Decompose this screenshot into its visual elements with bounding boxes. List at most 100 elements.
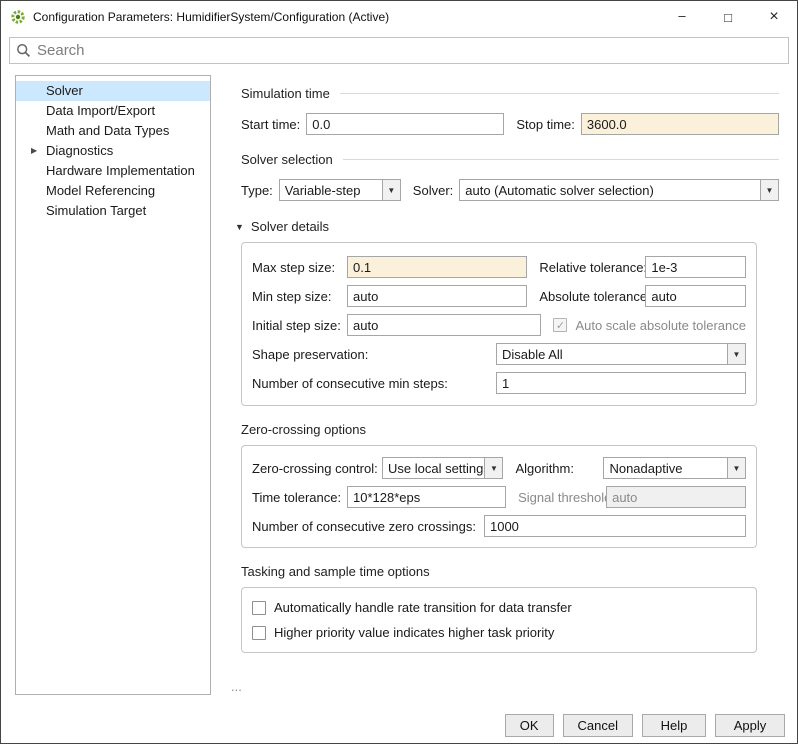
maximize-button[interactable]: □ [705, 1, 751, 33]
signal-threshold-field [606, 486, 746, 508]
zero-crossing-control-label: Zero-crossing control: [252, 461, 382, 476]
min-step-row: Min step size: Absolute tolerance: [252, 285, 746, 307]
shape-preservation-label: Shape preservation: [252, 347, 496, 362]
relative-tolerance-label: Relative tolerance: [527, 260, 645, 275]
zero-crossing-control-dropdown[interactable]: Use local settings ▼ [382, 457, 503, 479]
max-step-size-field[interactable] [347, 256, 527, 278]
sidebar-item-label: Data Import/Export [46, 103, 155, 118]
search-input[interactable] [37, 42, 782, 59]
sidebar-item-math-and-data-types[interactable]: Math and Data Types [16, 121, 210, 141]
section-title: Tasking and sample time options [241, 564, 430, 579]
min-step-size-label: Min step size: [252, 289, 347, 304]
time-tolerance-field[interactable] [347, 486, 506, 508]
start-time-label: Start time: [241, 117, 300, 132]
dropdown-arrow-icon[interactable]: ▼ [760, 180, 778, 200]
dialog-content: Solver Data Import/Export Math and Data … [1, 75, 797, 695]
solver-details-title: Solver details [251, 219, 329, 234]
dialog-footer: OK Cancel Help Apply [505, 714, 785, 737]
expand-arrow-icon[interactable]: ▶ [31, 141, 37, 161]
consecutive-min-steps-field[interactable] [496, 372, 746, 394]
priority-row: Higher priority value indicates higher t… [252, 625, 746, 640]
zero-crossing-group: Zero-crossing control: Use local setting… [241, 445, 757, 548]
solver-pane: Simulation time Start time: Stop time: S… [229, 75, 789, 695]
solver-label: Solver: [413, 183, 453, 198]
apply-button[interactable]: Apply [715, 714, 785, 737]
rate-transition-row: Automatically handle rate transition for… [252, 600, 746, 615]
algorithm-dropdown[interactable]: Nonadaptive ▼ [603, 457, 746, 479]
rate-transition-checkbox[interactable] [252, 601, 266, 615]
sidebar-item-label: Simulation Target [46, 203, 146, 218]
absolute-tolerance-label: Absolute tolerance: [527, 289, 645, 304]
sidebar-item-label: Model Referencing [46, 183, 155, 198]
start-time-field[interactable] [306, 113, 504, 135]
solver-details-header[interactable]: ▼ Solver details [235, 219, 779, 234]
collapse-arrow-icon[interactable]: ▼ [235, 222, 244, 232]
sidebar-item-label: Solver [46, 83, 83, 98]
initial-step-size-label: Initial step size: [252, 318, 347, 333]
auto-scale-label: Auto scale absolute tolerance [575, 318, 746, 333]
zero-crossing-control-value: Use local settings [383, 461, 484, 476]
category-sidebar: Solver Data Import/Export Math and Data … [15, 75, 211, 695]
solver-value: auto (Automatic solver selection) [460, 183, 760, 198]
close-button[interactable]: × [751, 1, 797, 33]
type-dropdown[interactable]: Variable-step ▼ [279, 179, 401, 201]
minimize-button[interactable]: – [659, 1, 705, 33]
cancel-button[interactable]: Cancel [563, 714, 633, 737]
stop-time-field[interactable] [581, 113, 779, 135]
shape-preservation-row: Shape preservation: Disable All ▼ [252, 343, 746, 365]
consecutive-zero-crossings-field[interactable] [484, 515, 746, 537]
window-controls: – □ × [659, 1, 797, 33]
check-icon: ✓ [556, 319, 565, 332]
shape-preservation-dropdown[interactable]: Disable All ▼ [496, 343, 746, 365]
min-step-size-field[interactable] [347, 285, 527, 307]
search-icon [16, 43, 31, 58]
relative-tolerance-field[interactable] [645, 256, 746, 278]
section-solver-selection: Solver selection [241, 152, 779, 167]
section-simulation-time: Simulation time [241, 86, 779, 101]
zero-crossing-control-row: Zero-crossing control: Use local setting… [252, 457, 746, 479]
max-step-size-label: Max step size: [252, 260, 347, 275]
simulink-config-icon [9, 8, 27, 26]
consecutive-min-steps-row: Number of consecutive min steps: [252, 372, 746, 394]
sidebar-item-simulation-target[interactable]: Simulation Target [16, 201, 210, 221]
sidebar-item-diagnostics[interactable]: ▶ Diagnostics [16, 141, 210, 161]
sidebar-item-hardware-implementation[interactable]: Hardware Implementation [16, 161, 210, 181]
max-step-row: Max step size: Relative tolerance: [252, 256, 746, 278]
dropdown-arrow-icon[interactable]: ▼ [727, 458, 745, 478]
stop-time-label: Stop time: [516, 117, 575, 132]
priority-checkbox[interactable] [252, 626, 266, 640]
minimize-icon: – [678, 8, 685, 23]
section-title: Solver selection [241, 152, 333, 167]
priority-label: Higher priority value indicates higher t… [274, 625, 554, 640]
dropdown-arrow-icon[interactable]: ▼ [382, 180, 400, 200]
help-button[interactable]: Help [642, 714, 706, 737]
dropdown-arrow-icon[interactable]: ▼ [484, 458, 502, 478]
consecutive-min-steps-label: Number of consecutive min steps: [252, 376, 496, 391]
titlebar: Configuration Parameters: HumidifierSyst… [1, 1, 797, 33]
initial-step-size-field[interactable] [347, 314, 541, 336]
sidebar-item-solver[interactable]: Solver [16, 81, 210, 101]
ok-button[interactable]: OK [505, 714, 554, 737]
sidebar-item-label: Diagnostics [46, 143, 113, 158]
signal-threshold-label: Signal threshold: [506, 490, 606, 505]
close-icon: × [769, 8, 778, 26]
initial-step-row: Initial step size: ✓ Auto scale absolute… [252, 314, 746, 336]
section-zero-crossing: Zero-crossing options [241, 422, 779, 437]
search-bar [9, 37, 789, 64]
algorithm-label: Algorithm: [503, 461, 603, 476]
section-title: Zero-crossing options [241, 422, 366, 437]
rate-transition-label: Automatically handle rate transition for… [274, 600, 572, 615]
section-tasking: Tasking and sample time options [241, 564, 779, 579]
consecutive-zero-crossings-label: Number of consecutive zero crossings: [252, 519, 476, 534]
dropdown-arrow-icon[interactable]: ▼ [727, 344, 745, 364]
solver-dropdown[interactable]: auto (Automatic solver selection) ▼ [459, 179, 779, 201]
sidebar-item-label: Math and Data Types [46, 123, 169, 138]
simulation-time-row: Start time: Stop time: [241, 113, 779, 135]
absolute-tolerance-field[interactable] [645, 285, 746, 307]
sidebar-item-model-referencing[interactable]: Model Referencing [16, 181, 210, 201]
consecutive-zero-crossings-row: Number of consecutive zero crossings: [252, 515, 746, 537]
sidebar-item-data-import-export[interactable]: Data Import/Export [16, 101, 210, 121]
section-rule [340, 93, 779, 94]
tasking-group: Automatically handle rate transition for… [241, 587, 757, 653]
sidebar-item-label: Hardware Implementation [46, 163, 195, 178]
